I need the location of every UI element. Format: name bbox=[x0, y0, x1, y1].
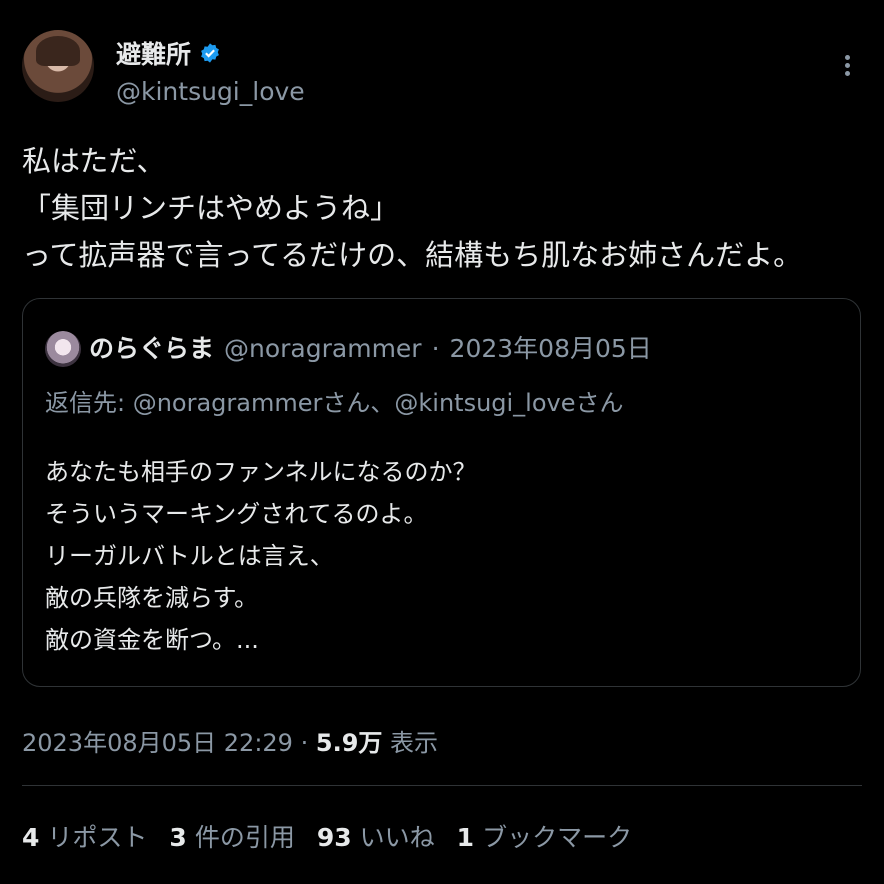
reposts-stat[interactable]: 4 リポスト bbox=[22, 818, 147, 854]
reposts-label: リポスト bbox=[47, 823, 148, 852]
reposts-count: 4 bbox=[22, 823, 40, 852]
quoted-separator: · bbox=[431, 334, 440, 363]
divider bbox=[22, 785, 862, 786]
quoted-header: のらぐらま @noragrammer · 2023年08月05日 bbox=[89, 329, 652, 365]
bookmarks-count: 1 bbox=[456, 823, 475, 852]
view-label: 表示 bbox=[390, 729, 439, 757]
quoted-author-name: のらぐらま bbox=[89, 334, 215, 363]
author-name-row[interactable]: 避難所 bbox=[116, 35, 221, 71]
quotes-count: 3 bbox=[169, 823, 187, 852]
quoted-date: 2023年08月05日 bbox=[449, 334, 652, 363]
likes-stat[interactable]: 93 いいね bbox=[317, 818, 435, 854]
author-handle[interactable]: @kintsugi_love bbox=[116, 77, 305, 106]
quotes-label: 件の引用 bbox=[194, 823, 295, 852]
author-avatar[interactable] bbox=[22, 30, 94, 102]
quoted-author-handle: @noragrammer bbox=[224, 334, 422, 363]
quoted-reply-to: 返信先: @noragrammerさん、@kintsugi_loveさん bbox=[45, 389, 624, 417]
likes-label: いいね bbox=[359, 823, 435, 852]
bookmarks-label: ブックマーク bbox=[482, 823, 633, 852]
author-display-name[interactable]: 避難所 bbox=[116, 35, 191, 71]
bookmarks-stat[interactable]: 1 ブックマーク bbox=[457, 818, 632, 854]
likes-count: 93 bbox=[316, 823, 352, 852]
quoted-text: あなたも相手のファンネルになるのか？ そういうマーキングされてるのよ。 リーガル… bbox=[45, 458, 477, 654]
tweet-meta: 2023年08月05日 22:29 · 5.9万 表示 bbox=[22, 723, 438, 758]
more-options-icon[interactable] bbox=[840, 52, 854, 82]
tweet-timestamp[interactable]: 2023年08月05日 22:29 bbox=[22, 729, 293, 757]
verified-badge-icon bbox=[201, 43, 219, 63]
meta-separator: · bbox=[300, 729, 309, 757]
view-count: 5.9万 bbox=[315, 729, 383, 757]
quotes-stat[interactable]: 3 件の引用 bbox=[169, 818, 294, 854]
quoted-author-avatar bbox=[45, 331, 81, 367]
quoted-tweet[interactable]: のらぐらま @noragrammer · 2023年08月05日 返信先: @n… bbox=[22, 298, 861, 687]
tweet-text: 私はただ、 「集団リンチはやめようね」 って拡声器で言ってるだけの、結構もち肌な… bbox=[22, 144, 803, 272]
engagement-stats: 4 リポスト 3 件の引用 93 いいね 1 ブックマーク bbox=[22, 818, 632, 854]
